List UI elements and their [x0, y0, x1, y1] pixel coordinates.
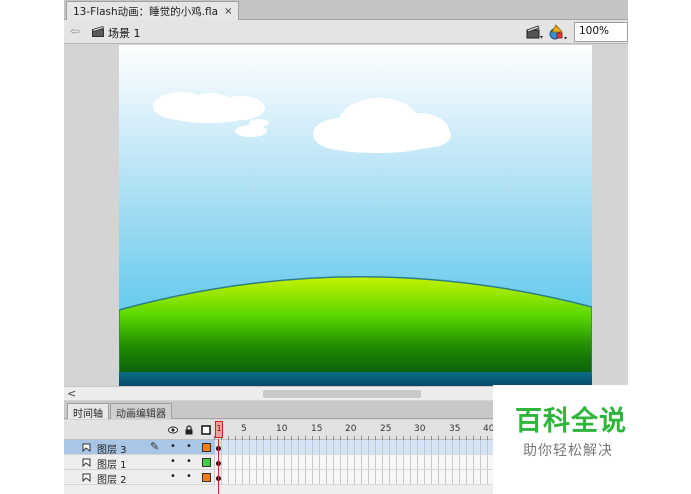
- scene-label[interactable]: 场景 1: [108, 25, 141, 41]
- ruler-label: 10: [276, 424, 288, 434]
- close-icon[interactable]: ×: [224, 6, 232, 17]
- lock-dot[interactable]: •: [186, 471, 192, 482]
- lock-dot[interactable]: •: [186, 456, 192, 467]
- cloud-left: [153, 92, 269, 137]
- layer-color-swatch[interactable]: [202, 473, 211, 482]
- scroll-left-arrow[interactable]: <: [67, 387, 76, 400]
- ruler-label: 20: [345, 424, 357, 434]
- layer-name[interactable]: 图层 1: [97, 456, 127, 471]
- layer-row-1[interactable]: 图层 1 • •: [64, 455, 214, 471]
- tab-timeline[interactable]: 时间轴: [67, 403, 109, 420]
- visibility-dot[interactable]: •: [170, 456, 176, 467]
- layer-row-2[interactable]: 图层 2 • •: [64, 470, 214, 486]
- zoom-input[interactable]: 100%: [574, 22, 628, 42]
- ruler-label: 5: [241, 424, 247, 434]
- layer-icon: [82, 473, 91, 482]
- layer-name[interactable]: 图层 2: [97, 471, 127, 486]
- layer-color-swatch[interactable]: [202, 443, 211, 452]
- back-arrow-icon[interactable]: ⇦: [70, 24, 80, 38]
- watermark-subtitle: 助你轻松解决: [523, 443, 613, 459]
- scrollbar-thumb[interactable]: [263, 390, 421, 398]
- lock-icon[interactable]: [184, 425, 194, 435]
- stage-artwork: [119, 92, 592, 386]
- edit-bar: ⇦ 场景 1 100%: [64, 20, 628, 44]
- playhead-line: [218, 439, 219, 494]
- stage-area: [64, 45, 628, 386]
- ruler-label: 35: [449, 424, 461, 434]
- visibility-dot[interactable]: •: [170, 471, 176, 482]
- stage-canvas[interactable]: [119, 45, 592, 386]
- ruler-label: 15: [311, 424, 323, 434]
- layer-color-swatch[interactable]: [202, 458, 211, 467]
- clapperboard-icon: [92, 26, 104, 37]
- edit-scene-icon[interactable]: [526, 24, 544, 40]
- outline-icon[interactable]: [201, 425, 211, 435]
- sea-strip: [119, 372, 592, 386]
- document-tab-bar: 13-Flash动画：睡觉的小鸡.fla ×: [64, 0, 628, 20]
- grass-hill: [119, 275, 592, 386]
- layer-icon: [82, 458, 91, 467]
- document-tab-title: 13-Flash动画：睡觉的小鸡.fla: [73, 5, 219, 18]
- edit-symbol-icon[interactable]: [548, 23, 568, 41]
- eye-icon[interactable]: [168, 425, 178, 435]
- ruler-label: 30: [414, 424, 426, 434]
- playhead[interactable]: 1: [215, 421, 223, 438]
- lock-dot[interactable]: •: [186, 441, 192, 452]
- layer-icon: [82, 443, 91, 452]
- layer-name[interactable]: 图层 3: [97, 441, 127, 456]
- ruler-label: 25: [380, 424, 392, 434]
- document-tab[interactable]: 13-Flash动画：睡觉的小鸡.fla ×: [66, 1, 240, 20]
- tab-motion-editor[interactable]: 动画编辑器: [110, 403, 172, 420]
- watermark: 百科全说 助你轻松解决: [493, 385, 691, 494]
- watermark-title: 百科全说: [515, 406, 627, 437]
- pencil-icon: ✎: [150, 440, 160, 453]
- layer-row-3[interactable]: 图层 3 ✎ • •: [64, 440, 214, 456]
- cloud-right: [313, 98, 451, 153]
- visibility-dot[interactable]: •: [170, 441, 176, 452]
